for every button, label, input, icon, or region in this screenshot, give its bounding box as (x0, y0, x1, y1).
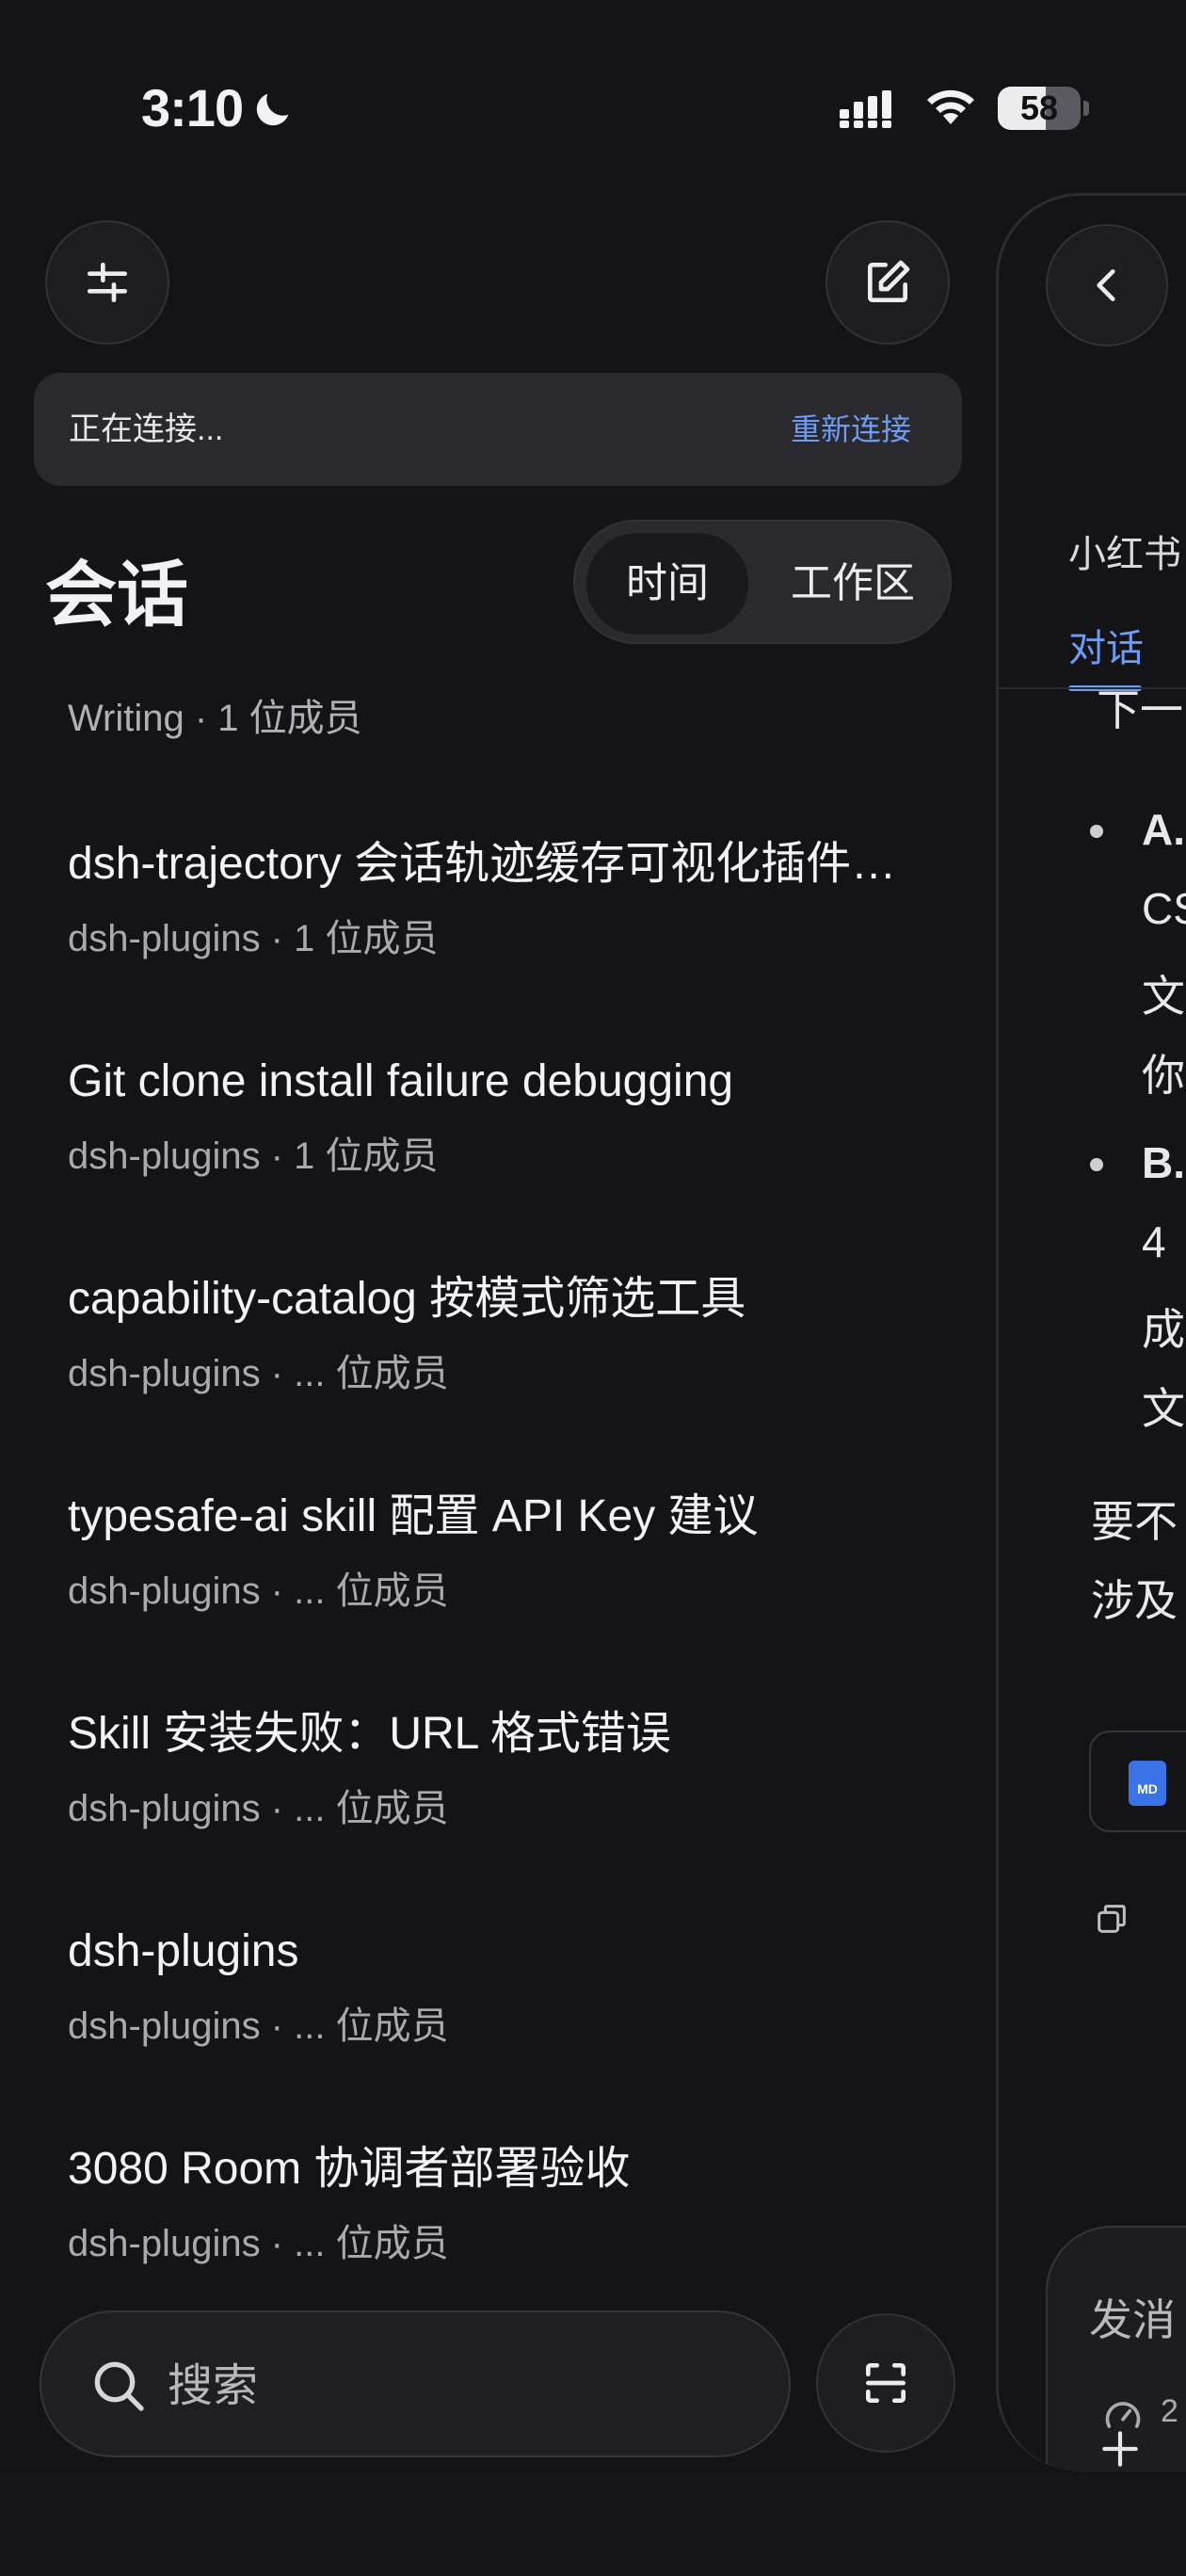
session-title: typesafe-ai skill 配置 API Key 建议 (68, 1491, 759, 1541)
back-button[interactable] (1046, 224, 1168, 346)
search-input[interactable] (168, 2341, 732, 2431)
search-bar[interactable] (40, 2310, 791, 2457)
list-item[interactable]: 3080 Room 协调者部署验收 dsh-plugins · ... 位成员 (68, 2143, 915, 2265)
session-subtitle: dsh-plugins · 1 位成员 (68, 1135, 439, 1177)
status-time: 3:10 (141, 77, 296, 138)
message-line: 文 (1142, 972, 1185, 1021)
bullet (1090, 1158, 1103, 1171)
list-item[interactable]: Git clone install failure debugging dsh-… (68, 1055, 915, 1178)
bullet-label: A. (1142, 805, 1185, 854)
session-title: Skill 安装失败：URL 格式错误 (68, 1709, 671, 1759)
scan-button[interactable] (816, 2313, 955, 2453)
signal-icon (840, 90, 891, 128)
message-line: 要不 (1091, 1497, 1178, 1546)
session-title: Git clone install failure debugging (68, 1056, 734, 1106)
session-subtitle: dsh-plugins · ... 位成员 (68, 1353, 449, 1394)
connection-status: 正在连接... (69, 411, 224, 447)
segment-workspace[interactable]: 工作区 (763, 533, 942, 635)
connection-banner: 正在连接... 重新连接 (34, 373, 962, 486)
message-line: 文 (1142, 1384, 1185, 1433)
compose-button[interactable] (825, 220, 950, 345)
compose-icon (868, 260, 910, 302)
moon-icon (256, 93, 289, 125)
session-subtitle: dsh-plugins · 1 位成员 (68, 918, 439, 959)
wifi-icon (927, 89, 974, 124)
status-bar: 3:10 58 (0, 0, 1186, 188)
list-item-writing[interactable]: Writing · 1 位成员 (68, 687, 362, 742)
session-subtitle: dsh-plugins · ... 位成员 (68, 1788, 449, 1829)
gauge-icon (1105, 2402, 1141, 2428)
sliders-icon (88, 263, 128, 302)
message-input-placeholder: 发消 (1089, 2295, 1176, 2344)
session-title: dsh-plugins (68, 1926, 299, 1976)
bottom-area (0, 2476, 1186, 2576)
detail-title: 小红书 (1068, 534, 1181, 575)
detail-panel[interactable]: 小红书 对话 下一 A. CS 文 你 B. 4 成 文 要不 涉及 MD 发消… (996, 193, 1186, 2471)
list-item[interactable]: dsh-plugins dsh-plugins · ... 位成员 (68, 1925, 915, 2048)
bullet (1090, 825, 1103, 838)
markdown-file-icon: MD (1129, 1761, 1166, 1806)
list-item[interactable]: typesafe-ai skill 配置 API Key 建议 dsh-plug… (68, 1490, 915, 1613)
filter-button[interactable] (45, 220, 169, 345)
file-attachment-card[interactable]: MD (1089, 1731, 1186, 1832)
bullet-label: B. (1142, 1138, 1185, 1187)
session-subtitle: dsh-plugins · ... 位成员 (68, 2223, 449, 2264)
message-line: 成 (1142, 1305, 1185, 1354)
session-title: dsh-trajectory 会话轨迹缓存可视化插件实现 (68, 839, 915, 889)
session-title: capability-catalog 按模式筛选工具 (68, 1274, 746, 1324)
segment-time[interactable]: 时间 (586, 533, 748, 635)
session-subtitle: dsh-plugins · ... 位成员 (68, 2005, 449, 2047)
session-subtitle: dsh-plugins · ... 位成员 (68, 1570, 449, 1612)
sort-segmented-control: 时间 工作区 (573, 520, 952, 644)
message-line: 涉及 (1091, 1576, 1178, 1625)
page-title: 会话 (45, 555, 188, 636)
message-line: 4 (1142, 1217, 1166, 1266)
scan-icon (866, 2363, 906, 2403)
message-line: CS (1142, 884, 1186, 933)
copy-icon[interactable] (1093, 1900, 1130, 1938)
list-item[interactable]: Skill 安装失败：URL 格式错误 dsh-plugins · ... 位成… (68, 1708, 915, 1830)
chevron-left-icon (1097, 269, 1115, 301)
list-item[interactable]: dsh-trajectory 会话轨迹缓存可视化插件实现 dsh-plugins… (68, 838, 915, 960)
session-title: 3080 Room 协调者部署验收 (68, 2144, 631, 2194)
battery-icon: 58 (998, 87, 1089, 130)
reconnect-button[interactable]: 重新连接 (791, 373, 911, 486)
gauge-value: 2 (1161, 2393, 1178, 2429)
time-text: 3:10 (141, 78, 244, 137)
tab-conversation[interactable]: 对话 (1068, 618, 1144, 672)
list-item[interactable]: capability-catalog 按模式筛选工具 dsh-plugins ·… (68, 1273, 915, 1395)
battery-percent: 58 (1019, 89, 1059, 127)
battery-nub (1083, 101, 1089, 116)
message-line: 你 (1142, 1051, 1185, 1100)
search-icon (94, 2361, 144, 2411)
message-line: 下一 (1097, 685, 1183, 734)
